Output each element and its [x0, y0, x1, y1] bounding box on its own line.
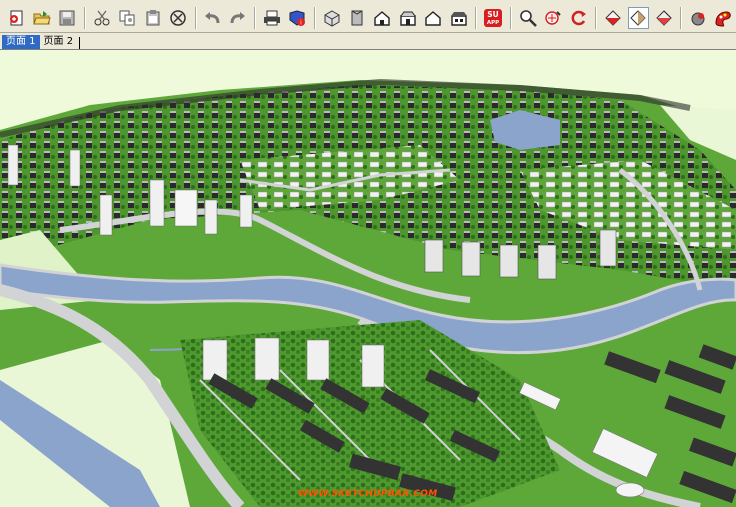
toolbar-separator — [680, 7, 682, 29]
toolbar-separator — [595, 7, 597, 29]
toolbar-separator — [84, 7, 86, 29]
iso-view-icon[interactable] — [321, 7, 342, 29]
copy-icon[interactable] — [116, 7, 137, 29]
toolbar-separator — [254, 7, 256, 29]
model-info-icon[interactable]: i — [287, 7, 308, 29]
tab-divider — [79, 37, 81, 49]
paste-icon[interactable] — [142, 7, 163, 29]
textured-style-icon[interactable] — [653, 7, 674, 29]
city-model-render — [0, 50, 736, 507]
front-view-icon[interactable] — [372, 7, 393, 29]
shaded-style-icon[interactable] — [627, 7, 650, 29]
scene-tabs: 页面 1 页面 2 — [0, 33, 736, 50]
toolbar-separator — [475, 7, 477, 29]
toolbar-separator — [510, 7, 512, 29]
new-file-icon[interactable] — [6, 7, 27, 29]
main-toolbar: i SU APP — [0, 4, 736, 33]
tab-page-2[interactable]: 页面 2 — [40, 35, 78, 49]
toolbar-separator — [314, 7, 315, 29]
previous-view-icon[interactable] — [568, 7, 589, 29]
model-viewport[interactable] — [0, 50, 736, 507]
save-icon[interactable] — [57, 7, 78, 29]
top-view-icon[interactable] — [346, 7, 367, 29]
right-view-icon[interactable] — [397, 7, 418, 29]
components-icon[interactable] — [687, 7, 708, 29]
toolbar-separator — [194, 7, 196, 29]
cut-icon[interactable] — [91, 7, 112, 29]
open-folder-icon[interactable] — [31, 7, 52, 29]
zoom-extents-icon[interactable] — [543, 7, 564, 29]
erase-icon[interactable] — [167, 7, 188, 29]
su-app-label-bottom: APP — [487, 20, 499, 26]
left-view-icon[interactable] — [448, 7, 469, 29]
su-app-label-top: SU — [487, 10, 499, 19]
xray-style-icon[interactable] — [602, 7, 623, 29]
back-view-icon[interactable] — [423, 7, 444, 29]
tab-page-1[interactable]: 页面 1 — [2, 35, 40, 49]
materials-icon[interactable] — [713, 7, 734, 29]
redo-icon[interactable] — [227, 7, 248, 29]
watermark-text: WWW.SKETCHUPBAR.COM — [298, 489, 438, 499]
su-app-icon[interactable]: SU APP — [482, 7, 504, 29]
print-icon[interactable] — [261, 7, 282, 29]
zoom-icon[interactable] — [517, 7, 538, 29]
undo-icon[interactable] — [202, 7, 223, 29]
